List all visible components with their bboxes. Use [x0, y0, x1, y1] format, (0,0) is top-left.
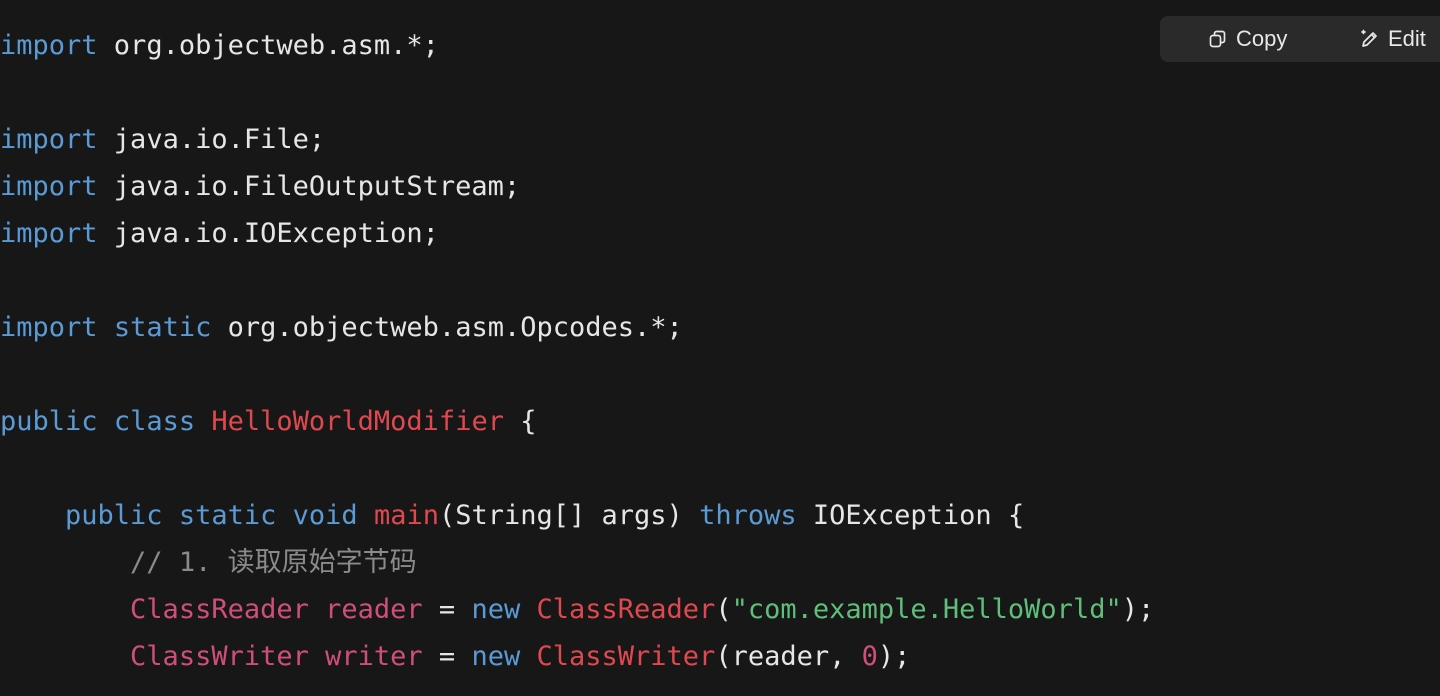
code-token: import [0, 171, 98, 202]
code-token: static [113, 312, 212, 343]
code-token: ); [877, 641, 911, 672]
code-token: import [0, 312, 98, 343]
code-token: import [0, 30, 98, 61]
edit-label: Edit [1388, 26, 1426, 51]
code-token: new [471, 594, 521, 625]
code-token: IOException { [796, 500, 1025, 531]
code-token: java.io.IOException; [97, 218, 439, 249]
copy-button[interactable]: Copy [1208, 16, 1287, 62]
code-line: import java.io.FileOutputStream; [0, 163, 1154, 210]
code-line: import java.io.File; [0, 116, 1154, 163]
code-token: ); [1121, 594, 1155, 625]
code-token: ClassWriter [130, 641, 309, 672]
code-token: // 1. 读取原始字节码 [130, 547, 417, 578]
code-token: 0 [861, 641, 878, 672]
code-token: = [422, 641, 472, 672]
code-token: ClassReader [536, 594, 716, 625]
code-token: (reader, [715, 641, 862, 672]
code-toolbar: Copy Edit [1160, 16, 1440, 62]
code-line: import java.io.IOException; [0, 210, 1154, 257]
code-token: org.objectweb.asm.Opcodes.*; [211, 312, 683, 343]
code-block: import org.objectweb.asm.*; import java.… [0, 0, 1440, 696]
code-token: public [65, 500, 163, 531]
code-token: class [113, 406, 196, 437]
code-token: new [471, 641, 521, 672]
code-token: throws [699, 500, 797, 531]
code-token: { [503, 406, 537, 437]
code-line: ClassReader reader = new ClassReader("co… [0, 586, 1154, 633]
code-token: ClassWriter [536, 641, 716, 672]
code-token: import [0, 218, 98, 249]
code-line: import org.objectweb.asm.*; [0, 22, 1154, 69]
code-content: import org.objectweb.asm.*; import java.… [0, 22, 1154, 680]
code-token: ( [715, 594, 732, 625]
code-token: main [373, 500, 439, 531]
code-line: ClassWriter writer = new ClassWriter(rea… [0, 633, 1154, 680]
code-token: java.io.FileOutputStream; [97, 171, 521, 202]
code-line: public class HelloWorldModifier { [0, 398, 1154, 445]
code-token: HelloWorldModifier [211, 406, 504, 437]
code-token: org.objectweb.asm.*; [97, 30, 439, 61]
code-token: void [292, 500, 358, 531]
edit-button[interactable]: Edit [1360, 16, 1426, 62]
code-token: (String[] args) [438, 500, 700, 531]
pencil-icon [1360, 29, 1380, 49]
code-token: = [422, 594, 472, 625]
copy-label: Copy [1236, 26, 1288, 51]
code-token: writer [325, 641, 423, 672]
code-token: reader [325, 594, 423, 625]
code-line: import static org.objectweb.asm.Opcodes.… [0, 304, 1154, 351]
code-token: "com.example.HelloWorld" [731, 594, 1122, 625]
code-token: import [0, 124, 98, 155]
code-token: static [178, 500, 277, 531]
code-token: ClassReader [130, 594, 309, 625]
code-token: java.io.File; [97, 124, 326, 155]
code-line: // 1. 读取原始字节码 [0, 539, 1154, 586]
code-token: public [0, 406, 98, 437]
code-line: public static void main(String[] args) t… [0, 492, 1154, 539]
copy-icon [1208, 29, 1228, 49]
